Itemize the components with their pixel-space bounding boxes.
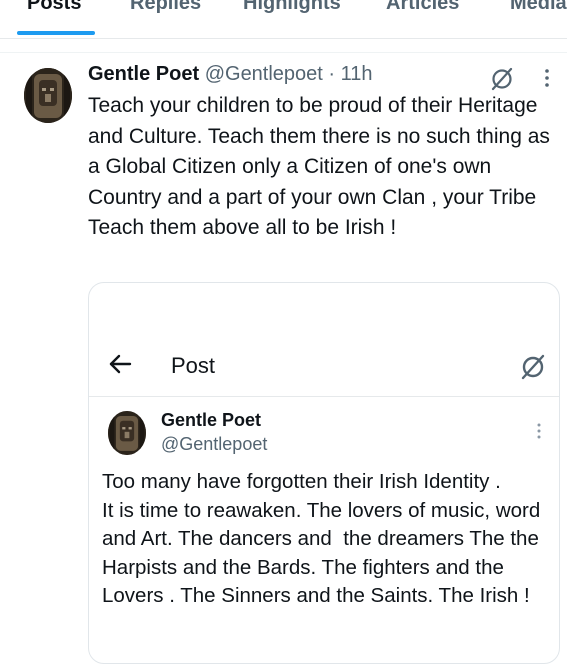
arrow-left-icon[interactable] (108, 351, 134, 377)
inner-avatar[interactable] (108, 411, 146, 455)
inner-author-handle[interactable]: @Gentlepoet (161, 434, 267, 455)
author-handle[interactable]: @Gentlepoet (205, 63, 323, 85)
tab-posts[interactable]: Posts (27, 0, 81, 15)
grok-icon[interactable] (519, 353, 547, 381)
divider (0, 52, 567, 53)
avatar-image (108, 411, 146, 455)
active-tab-indicator (17, 31, 95, 35)
tab-media[interactable]: Media (510, 0, 567, 15)
profile-tabs: Posts Replies Highlights Articles Media (0, 0, 567, 39)
tweet-text: Teach your children to be proud of their… (88, 94, 556, 239)
separator-dot: · (328, 63, 336, 85)
tab-replies[interactable]: Replies (130, 0, 201, 15)
avatar[interactable] (24, 68, 72, 123)
card-title: Post (171, 353, 216, 378)
tab-articles[interactable]: Articles (386, 0, 459, 15)
more-vertical-icon[interactable] (534, 421, 544, 441)
more-vertical-icon[interactable] (541, 66, 553, 90)
tab-highlights[interactable]: Highlights (243, 0, 341, 15)
avatar-image (24, 68, 72, 123)
inner-post-text: Too many have forgotten their Irish Iden… (102, 470, 541, 607)
timestamp[interactable]: 11h (341, 63, 373, 85)
card-divider (89, 396, 559, 397)
embedded-post-card[interactable]: Post Gentle Poet @Gentlepoet Too many ha… (88, 282, 560, 664)
tweet-header: Gentle Poet @Gentlepoet · 11h (88, 63, 373, 86)
author-name[interactable]: Gentle Poet (88, 63, 199, 85)
inner-author-name[interactable]: Gentle Poet (161, 410, 261, 431)
grok-icon[interactable] (489, 66, 515, 92)
